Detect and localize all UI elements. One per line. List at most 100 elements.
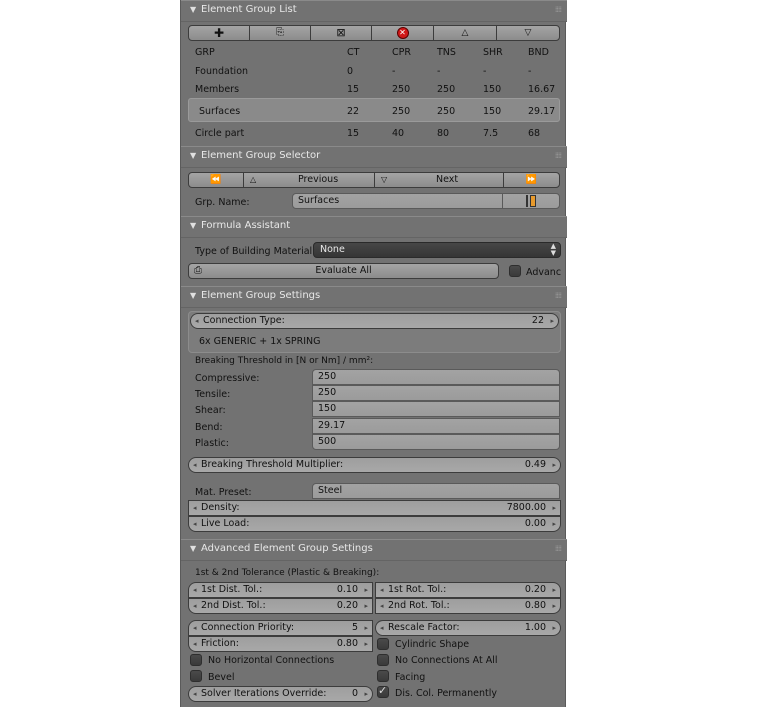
next-group-button[interactable]: ▽ Next: [374, 172, 504, 188]
field-label: Connection Priority:: [201, 622, 295, 633]
delete-all-groups-button[interactable]: ✕: [371, 25, 434, 41]
decrement-arrow-icon[interactable]: ◂: [193, 687, 197, 701]
properties-panel: ▼ Element Group List ⁞⁞⁞⁞ ✚ ⎘ ⊠ ✕ △ ▽ GR…: [180, 0, 567, 707]
column-header: CT: [347, 47, 360, 58]
panel-title: Element Group Selector: [201, 150, 321, 161]
remove-group-button[interactable]: ⊠: [310, 25, 372, 41]
first-rot-tol-field[interactable]: ◂ 1st Rot. Tol.: 0.20 ▸: [375, 582, 561, 598]
element-group-settings-header[interactable]: ▼ Element Group Settings ⁞⁞⁞⁞: [181, 286, 567, 308]
column-header: SHR: [483, 47, 503, 58]
last-group-button[interactable]: ⏩: [503, 172, 560, 188]
decrement-arrow-icon[interactable]: ◂: [193, 637, 197, 651]
decrement-arrow-icon[interactable]: ◂: [195, 314, 199, 328]
bend-field[interactable]: 29.17: [312, 418, 560, 434]
dis-col-permanently-checkbox[interactable]: ✓: [377, 684, 389, 698]
advanced-settings-header[interactable]: ▼ Advanced Element Group Settings ⁞⁞⁞⁞: [181, 539, 567, 561]
field-label: 1st Dist. Tol.:: [201, 584, 263, 595]
decrement-arrow-icon[interactable]: ◂: [380, 621, 384, 635]
increment-arrow-icon[interactable]: ▸: [364, 687, 368, 701]
decrement-arrow-icon[interactable]: ◂: [193, 599, 197, 613]
increment-arrow-icon[interactable]: ▸: [552, 583, 556, 597]
table-row-selected[interactable]: [188, 98, 560, 122]
slider-tick-icon: [526, 195, 528, 207]
decrement-arrow-icon[interactable]: ◂: [193, 501, 197, 515]
increment-arrow-icon[interactable]: ▸: [552, 517, 556, 531]
grp-name-slider[interactable]: [502, 193, 560, 209]
decrement-arrow-icon[interactable]: ◂: [193, 583, 197, 597]
decrement-arrow-icon[interactable]: ◂: [193, 458, 197, 472]
increment-arrow-icon[interactable]: ▸: [552, 501, 556, 515]
field-label: Solver Iterations Override:: [201, 688, 327, 699]
move-up-icon: △: [461, 28, 469, 38]
element-group-selector-header[interactable]: ▼ Element Group Selector ⁞⁞⁞⁞: [181, 146, 567, 168]
move-up-button[interactable]: △: [433, 25, 497, 41]
connection-priority-field[interactable]: ◂ Connection Priority: 5 ▸: [188, 620, 373, 636]
panel-title: Element Group Settings: [201, 290, 321, 301]
material-type-dropdown[interactable]: None ▲ ▼: [313, 242, 561, 258]
panel-title: Formula Assistant: [201, 220, 291, 231]
second-dist-tol-field[interactable]: ◂ 2nd Dist. Tol.: 0.20 ▸: [188, 598, 373, 614]
field-label: Density:: [201, 502, 240, 513]
field-label: Friction:: [201, 638, 239, 649]
decrement-arrow-icon[interactable]: ◂: [193, 621, 197, 635]
no-horizontal-connections-checkbox[interactable]: [190, 654, 202, 666]
bevel-checkbox[interactable]: [190, 670, 202, 682]
increment-arrow-icon[interactable]: ▸: [364, 599, 368, 613]
increment-arrow-icon[interactable]: ▸: [364, 583, 368, 597]
drag-grip-icon[interactable]: ⁞⁞⁞⁞: [555, 151, 562, 160]
increment-arrow-icon[interactable]: ▸: [552, 599, 556, 613]
solver-iterations-field[interactable]: ◂ Solver Iterations Override: 0 ▸: [188, 686, 373, 702]
plastic-field[interactable]: 500: [312, 434, 560, 450]
formula-assistant-header[interactable]: ▼ Formula Assistant: [181, 216, 567, 238]
tensile-field[interactable]: 250: [312, 385, 560, 401]
triangle-up-icon: △: [250, 175, 257, 184]
table-cell: 150: [483, 106, 502, 117]
facing-checkbox[interactable]: [377, 670, 389, 682]
increment-arrow-icon[interactable]: ▸: [552, 621, 556, 635]
increment-arrow-icon[interactable]: ▸: [364, 637, 368, 651]
field-value: 250: [318, 371, 337, 382]
grp-name-input[interactable]: Surfaces: [292, 193, 503, 209]
second-rot-tol-field[interactable]: ◂ 2nd Rot. Tol.: 0.80 ▸: [375, 598, 561, 614]
compressive-field[interactable]: 250: [312, 369, 560, 385]
table-cell: 80: [437, 128, 450, 139]
friction-field[interactable]: ◂ Friction: 0.80 ▸: [188, 636, 373, 652]
increment-arrow-icon[interactable]: ▸: [364, 621, 368, 635]
first-dist-tol-field[interactable]: ◂ 1st Dist. Tol.: 0.10 ▸: [188, 582, 373, 598]
decrement-arrow-icon[interactable]: ◂: [380, 583, 384, 597]
threshold-multiplier-field[interactable]: ◂ Breaking Threshold Multiplier: 0.49 ▸: [188, 457, 561, 473]
density-field[interactable]: ◂ Density: 7800.00 ▸: [188, 500, 561, 516]
drag-grip-icon[interactable]: ⁞⁞⁞⁞: [555, 291, 562, 300]
column-header: BND: [528, 47, 549, 58]
previous-group-button[interactable]: △ Previous: [243, 172, 375, 188]
first-group-button[interactable]: ⏪: [188, 172, 244, 188]
column-header: CPR: [392, 47, 411, 58]
mat-preset-field[interactable]: Steel: [312, 483, 560, 499]
button-label: Evaluate All: [315, 265, 372, 276]
rescale-factor-field[interactable]: ◂ Rescale Factor: 1.00 ▸: [375, 620, 561, 636]
table-cell: Surfaces: [199, 106, 241, 117]
move-down-button[interactable]: ▽: [496, 25, 560, 41]
table-cell: 250: [392, 84, 411, 95]
increment-arrow-icon[interactable]: ▸: [550, 314, 554, 328]
drag-grip-icon[interactable]: ⁞⁞⁞⁞: [555, 5, 562, 14]
field-value: 29.17: [318, 420, 346, 431]
copy-group-button[interactable]: ⎘: [249, 25, 311, 41]
evaluate-all-button[interactable]: ⎙ Evaluate All: [188, 263, 499, 279]
decrement-arrow-icon[interactable]: ◂: [380, 599, 384, 613]
connection-type-field[interactable]: ◂ Connection Type: 22 ▸: [190, 313, 559, 329]
decrement-arrow-icon[interactable]: ◂: [193, 517, 197, 531]
element-group-list-header[interactable]: ▼ Element Group List ⁞⁞⁞⁞: [181, 0, 567, 22]
increment-arrow-icon[interactable]: ▸: [552, 458, 556, 472]
no-connections-at-all-checkbox[interactable]: [377, 654, 389, 666]
field-value: 0.20: [336, 600, 358, 611]
drag-grip-icon[interactable]: ⁞⁞⁞⁞: [555, 544, 562, 553]
connection-description: 6x GENERIC + 1x SPRING: [199, 336, 321, 347]
shear-field[interactable]: 150: [312, 401, 560, 417]
field-value: 0.80: [336, 638, 358, 649]
advanced-checkbox[interactable]: [509, 265, 521, 277]
live-load-field[interactable]: ◂ Live Load: 0.00 ▸: [188, 516, 561, 532]
table-cell: 0: [347, 66, 354, 77]
add-group-button[interactable]: ✚: [188, 25, 250, 41]
cylindric-shape-checkbox[interactable]: [377, 638, 389, 650]
